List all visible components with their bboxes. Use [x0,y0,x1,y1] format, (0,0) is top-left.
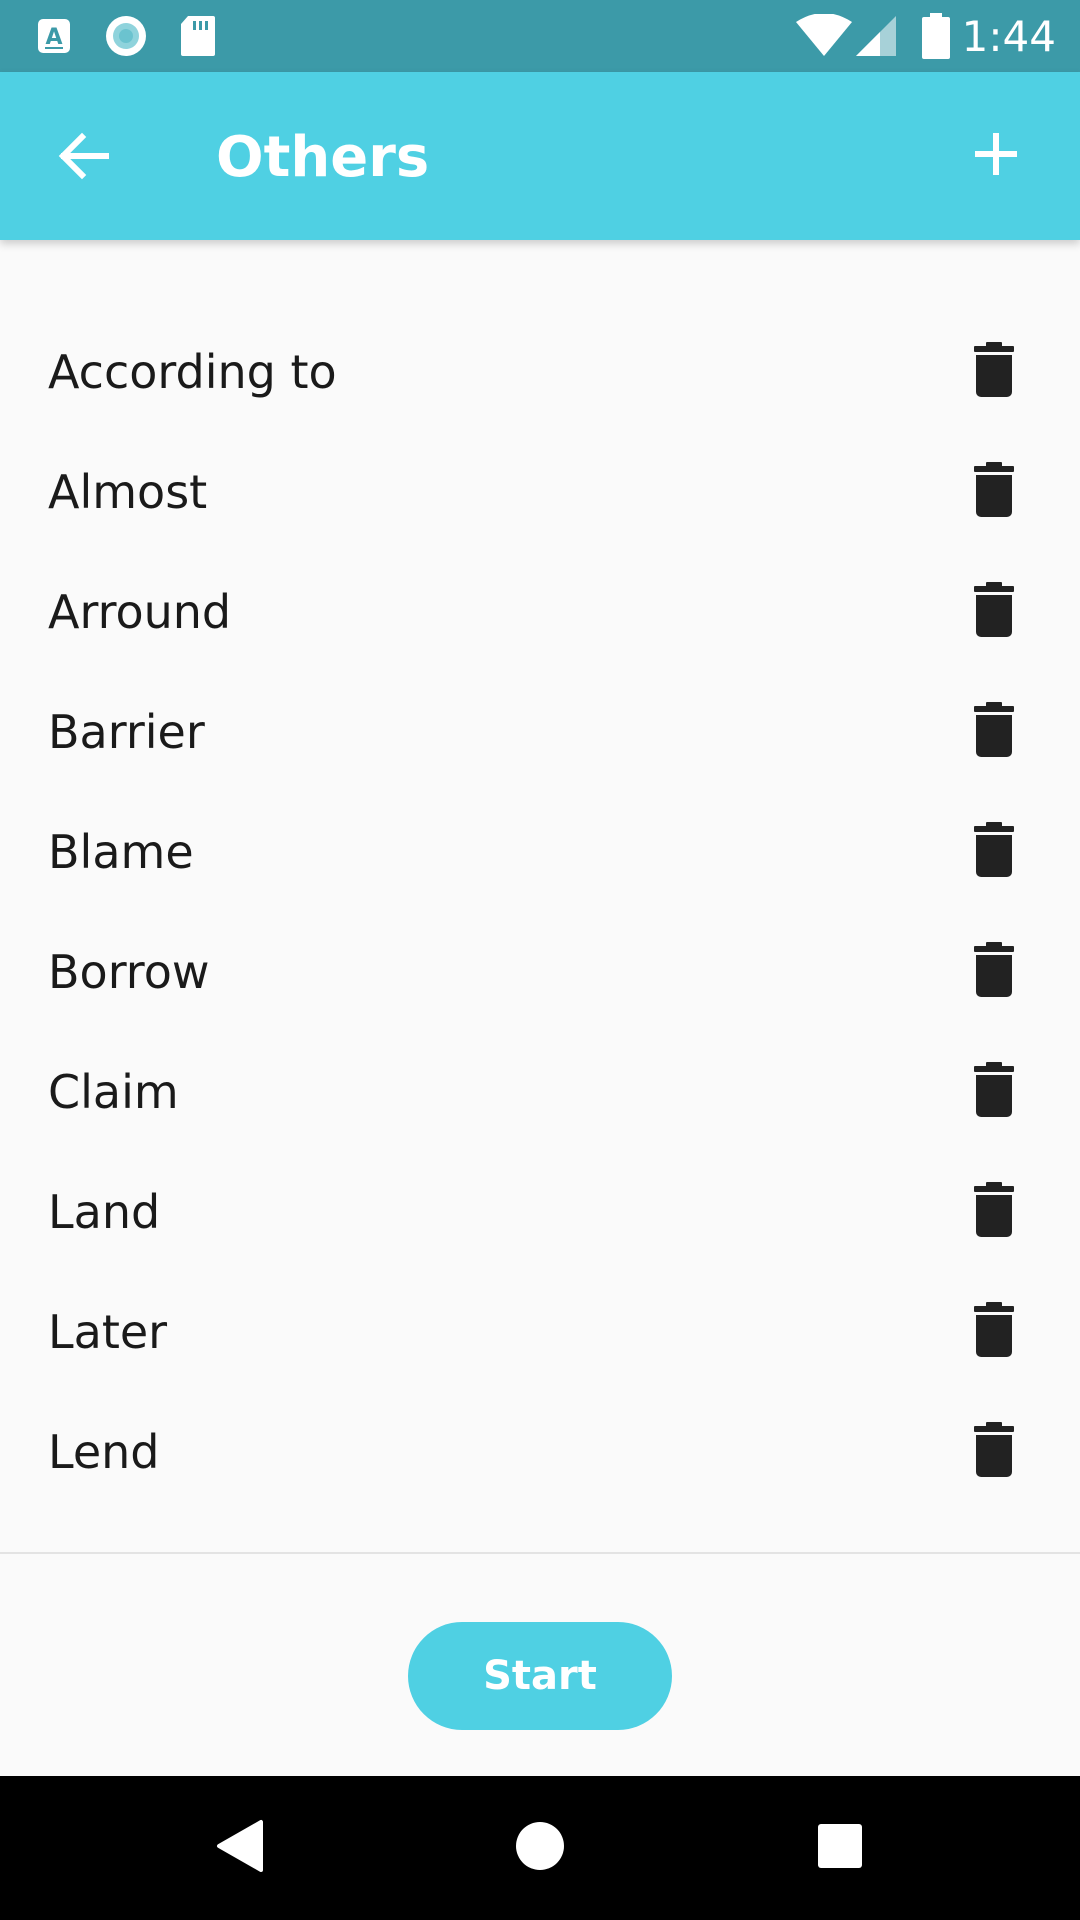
battery-icon [920,13,952,59]
status-bar: A 1:44 [0,0,1080,72]
nav-home-button[interactable] [504,1812,576,1884]
list-item[interactable]: Claim [0,1032,1080,1152]
trash-icon [973,941,1015,1003]
start-button[interactable]: Start [408,1622,672,1730]
list-item[interactable]: Lend [0,1392,1080,1512]
trash-icon [973,461,1015,523]
delete-button[interactable] [964,1061,1024,1123]
word-list: According to Almost Arround Barrier Blame Bor… [0,312,1080,1512]
trash-icon [973,821,1015,883]
list-item[interactable]: Later [0,1272,1080,1392]
trash-icon [973,1181,1015,1243]
nav-recents-icon [817,1823,863,1874]
navigation-bar [0,1776,1080,1920]
list-item-label: According to [48,345,337,399]
delete-button[interactable] [964,461,1024,523]
list-item[interactable]: Land [0,1152,1080,1272]
add-button[interactable] [956,116,1036,196]
circle-record-icon [104,14,148,58]
plus-icon [973,131,1019,182]
list-item[interactable]: According to [0,312,1080,432]
app-bar: Others [0,72,1080,240]
list-item-label: Arround [48,585,232,639]
delete-button[interactable] [964,1181,1024,1243]
trash-icon [973,581,1015,643]
page-title: Others [216,125,430,190]
list-item-label: Later [48,1305,168,1359]
delete-button[interactable] [964,701,1024,763]
delete-button[interactable] [964,341,1024,403]
list-item[interactable]: Barrier [0,672,1080,792]
back-button[interactable] [44,118,124,198]
wifi-icon [794,14,854,58]
trash-icon [973,701,1015,763]
list-item[interactable]: Blame [0,792,1080,912]
delete-button[interactable] [964,941,1024,1003]
list-item-label: Barrier [48,705,205,759]
trash-icon [973,1061,1015,1123]
delete-button[interactable] [964,581,1024,643]
list-item-label: Lend [48,1425,160,1479]
list-item[interactable]: Almost [0,432,1080,552]
status-time: 1:44 [961,12,1056,61]
divider [0,1552,1080,1554]
list-item-label: Almost [48,465,208,519]
text-a-icon: A [36,14,72,58]
nav-home-icon [515,1821,565,1876]
list-item-label: Land [48,1185,161,1239]
list-item[interactable]: Borrow [0,912,1080,1032]
trash-icon [973,341,1015,403]
nav-back-icon [215,1819,265,1878]
list-item-label: Borrow [48,945,210,999]
trash-icon [973,1301,1015,1363]
list-item-label: Blame [48,825,194,879]
delete-button[interactable] [964,1421,1024,1483]
svg-text:A: A [45,25,62,50]
delete-button[interactable] [964,821,1024,883]
delete-button[interactable] [964,1301,1024,1363]
trash-icon [973,1421,1015,1483]
nav-recents-button[interactable] [804,1812,876,1884]
nav-back-button[interactable] [204,1812,276,1884]
sd-card-icon [180,14,216,58]
list-item-label: Claim [48,1065,179,1119]
cell-signal-icon [854,14,898,58]
arrow-left-icon [56,132,112,185]
list-item[interactable]: Arround [0,552,1080,672]
